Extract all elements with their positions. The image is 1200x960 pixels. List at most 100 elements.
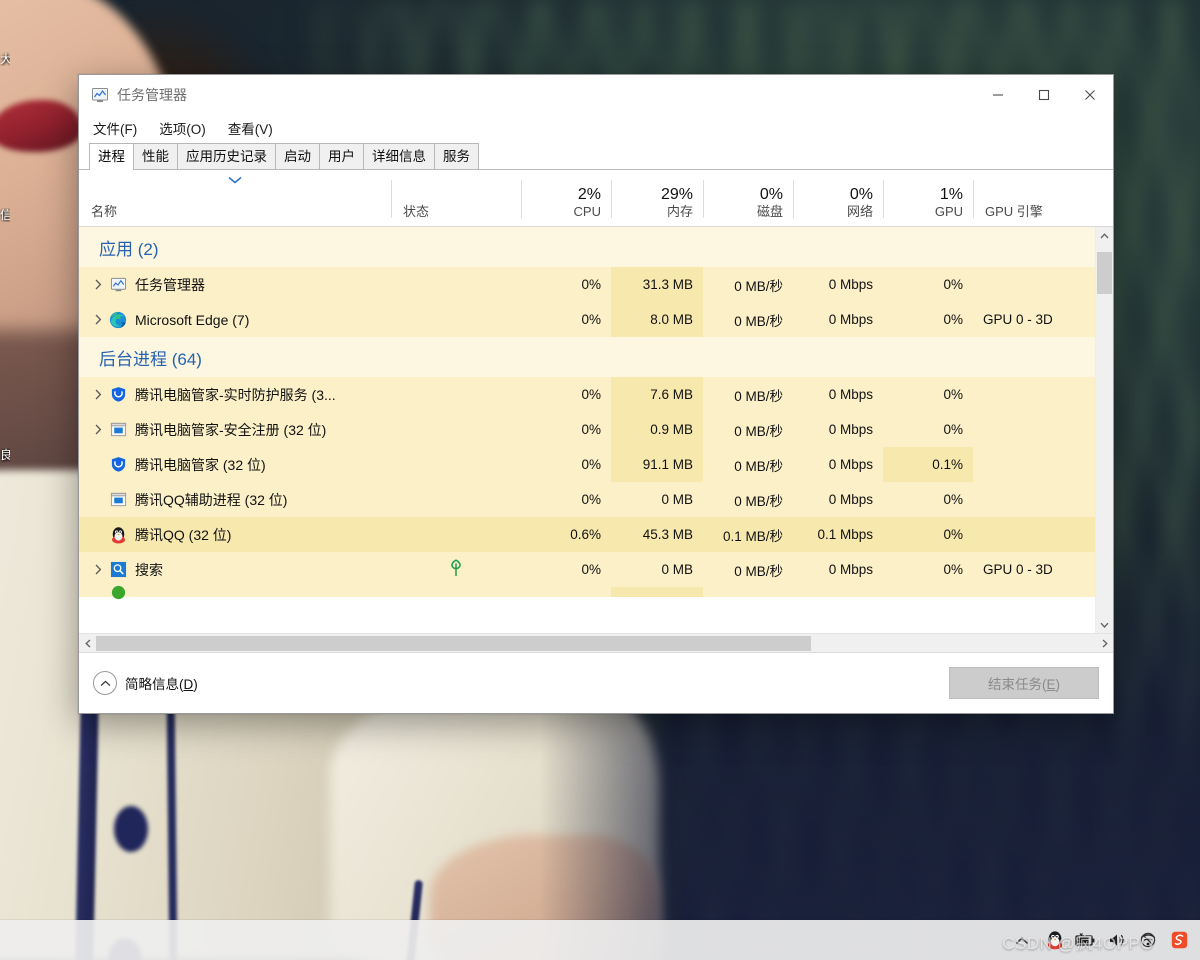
network-blocked-icon[interactable] [1137, 928, 1159, 952]
qq-penguin-icon[interactable] [1044, 928, 1066, 952]
tab-bar: 进程 性能 应用历史记录 启动 用户 详细信息 服务 [79, 141, 1113, 170]
process-group-header[interactable]: 后台进程 (64) [79, 337, 1095, 377]
process-name-cell[interactable]: 搜索 [79, 552, 391, 587]
process-cpu-cell: 0% [581, 562, 601, 577]
desktop-label-fragment: 信 [0, 208, 10, 222]
end-task-button[interactable]: 结束任务(E) [949, 667, 1099, 699]
volume-icon[interactable] [1106, 928, 1128, 952]
shield-icon [109, 386, 127, 404]
horizontal-scrollbar-thumb[interactable] [96, 635, 811, 651]
menu-bar: 文件(F) 选项(O) 查看(V) [79, 115, 1113, 141]
process-row[interactable]: 腾讯电脑管家-实时防护服务 (3... 0% 7.6 MB 0 MB/秒 0 M… [79, 377, 1095, 412]
vertical-scrollbar-thumb[interactable] [1097, 252, 1112, 294]
column-header-status-label: 状态 [403, 204, 430, 219]
column-header-name[interactable]: 名称 [79, 170, 391, 226]
window-title: 任务管理器 [117, 87, 187, 103]
process-name-cell[interactable]: 腾讯QQ (32 位) [79, 517, 391, 552]
sogou-input-icon[interactable] [1168, 928, 1190, 952]
process-cpu-cell: 0% [581, 422, 601, 437]
process-name-cell[interactable]: 腾讯电脑管家-实时防护服务 (3... [79, 377, 391, 412]
process-group-header[interactable]: 应用 (2) [79, 227, 1095, 267]
process-cpu-cell: 0% [581, 457, 601, 472]
scroll-down-icon[interactable] [1096, 616, 1113, 633]
process-name-cell[interactable] [79, 585, 391, 599]
tab-startup[interactable]: 启动 [275, 143, 320, 169]
tab-performance[interactable]: 性能 [133, 143, 178, 169]
column-header-memory[interactable]: 29% 内存 [611, 170, 703, 226]
window-controls [975, 75, 1113, 115]
process-name-label: 搜索 [135, 561, 163, 578]
process-gpu-engine-cell [973, 517, 1089, 552]
scroll-up-icon[interactable] [1096, 227, 1113, 244]
horizontal-scrollbar-track[interactable] [96, 634, 1096, 652]
process-disk-cell: 0 MB/秒 [734, 278, 783, 294]
process-row[interactable]: Microsoft Edge (7) 0% 8.0 MB 0 MB/秒 0 Mb… [79, 302, 1095, 337]
column-header-network[interactable]: 0% 网络 [793, 170, 883, 226]
expand-chevron-icon[interactable] [87, 564, 109, 575]
process-name-cell[interactable]: Microsoft Edge (7) [79, 302, 391, 337]
process-row[interactable]: 搜索 0% 0 MB 0 MB/秒 0 Mbps 0% GPU 0 - 3D [79, 552, 1095, 587]
column-header-name-label: 名称 [91, 204, 118, 219]
process-name-cell[interactable]: 腾讯QQ辅助进程 (32 位) [79, 482, 391, 517]
process-row[interactable]: 腾讯QQ辅助进程 (32 位) 0% 0 MB 0 MB/秒 0 Mbps 0% [79, 482, 1095, 517]
horizontal-scrollbar[interactable] [79, 633, 1113, 652]
expand-chevron-icon[interactable] [87, 389, 109, 400]
process-group-cpu-cell [521, 337, 611, 377]
tab-services[interactable]: 服务 [434, 143, 479, 169]
process-name-cell[interactable]: 任务管理器 [79, 267, 391, 302]
process-name-cell[interactable]: 腾讯电脑管家-安全注册 (32 位) [79, 412, 391, 447]
column-header-gpu-engine[interactable]: GPU 引擎 [973, 170, 1089, 226]
column-header-disk[interactable]: 0% 磁盘 [703, 170, 793, 226]
fewer-details-button[interactable]: 简略信息(D) [93, 671, 198, 695]
task-manager-icon [91, 86, 109, 104]
expand-chevron-icon[interactable] [87, 424, 109, 435]
process-list[interactable]: 应用 (2) 任务管理器 0% 31.3 MB 0 MB/秒 0 Mbps 0%… [79, 227, 1095, 633]
menu-options[interactable]: 选项(O) [157, 116, 208, 140]
process-row-partial[interactable] [79, 585, 1095, 599]
tab-users[interactable]: 用户 [319, 143, 364, 169]
chevron-up-icon[interactable] [1009, 933, 1035, 948]
process-status-cell [391, 447, 521, 482]
tab-details[interactable]: 详细信息 [363, 143, 435, 169]
expand-chevron-icon[interactable] [87, 279, 109, 290]
process-cpu-cell: 0% [581, 387, 601, 402]
process-disk-cell: 0.1 MB/秒 [722, 528, 783, 544]
process-disk-cell [703, 587, 793, 597]
process-group-gpu-engine-cell [973, 337, 1089, 377]
process-group-status-cell [391, 337, 521, 377]
title-bar: 任务管理器 [79, 75, 1113, 115]
process-row[interactable]: 腾讯电脑管家-安全注册 (32 位) 0% 0.9 MB 0 MB/秒 0 Mb… [79, 412, 1095, 447]
menu-view[interactable]: 查看(V) [226, 116, 275, 140]
process-gpu-cell: 0% [943, 527, 963, 542]
tab-app-history[interactable]: 应用历史记录 [177, 143, 276, 169]
process-row[interactable]: 腾讯QQ (32 位) 0.6% 45.3 MB 0.1 MB/秒 0.1 Mb… [79, 517, 1095, 552]
network-total-percent: 0% [849, 186, 873, 203]
column-header-gpu[interactable]: 1% GPU [883, 170, 973, 226]
process-status-cell [391, 412, 521, 447]
process-gpu-cell [883, 587, 973, 597]
process-disk-cell: 0 MB/秒 [734, 458, 783, 474]
maximize-button[interactable] [1021, 75, 1067, 115]
process-gpu-engine-cell [973, 412, 1089, 447]
menu-file[interactable]: 文件(F) [91, 116, 139, 140]
battery-icon[interactable] [1075, 928, 1097, 952]
process-gpu-engine-cell [973, 482, 1089, 517]
process-row[interactable]: 腾讯电脑管家 (32 位) 0% 91.1 MB 0 MB/秒 0 Mbps 0… [79, 447, 1095, 482]
tab-processes[interactable]: 进程 [89, 143, 134, 170]
desktop-label-fragment: 大 [0, 52, 10, 66]
gpu-total-percent: 1% [939, 186, 963, 203]
vertical-scrollbar[interactable] [1095, 227, 1113, 633]
expand-chevron-icon[interactable] [87, 314, 109, 325]
process-row[interactable]: 任务管理器 0% 31.3 MB 0 MB/秒 0 Mbps 0% [79, 267, 1095, 302]
scroll-right-icon[interactable] [1096, 635, 1113, 652]
minimize-button[interactable] [975, 75, 1021, 115]
process-cpu-cell: 0% [581, 312, 601, 327]
close-button[interactable] [1067, 75, 1113, 115]
column-header-cpu[interactable]: 2% CPU [521, 170, 611, 226]
memory-total-percent: 29% [660, 186, 693, 203]
process-name-cell[interactable]: 腾讯电脑管家 (32 位) [79, 447, 391, 482]
process-gpu-engine-cell [973, 267, 1089, 302]
scroll-left-icon[interactable] [79, 635, 96, 652]
process-group-name-cell: 应用 (2) [79, 227, 391, 267]
column-header-status[interactable]: 状态 [391, 170, 521, 226]
